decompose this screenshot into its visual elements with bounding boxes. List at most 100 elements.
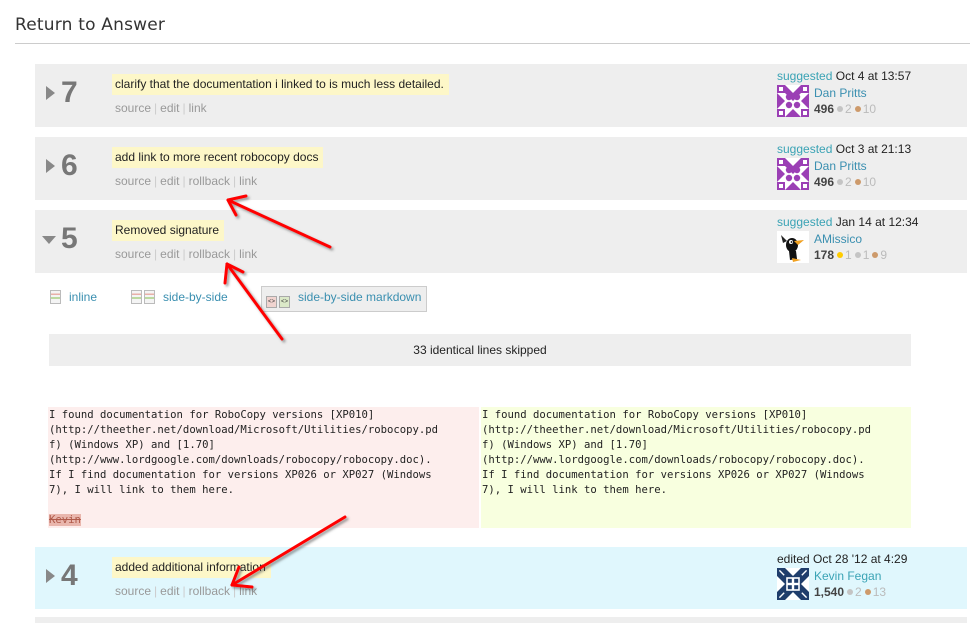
view-inline-option[interactable]: inline bbox=[50, 290, 97, 304]
revision-action: suggested bbox=[777, 69, 833, 83]
user-reputation: 1,540 2 13 bbox=[814, 585, 886, 599]
revision-action: suggested bbox=[777, 215, 833, 229]
gold-badge-icon bbox=[837, 252, 844, 258]
separator: | bbox=[233, 584, 237, 598]
view-label: inline bbox=[69, 290, 98, 304]
revision-meta: edited Oct 28 '12 at 4:29 bbox=[777, 552, 907, 566]
view-label: side-by-side markdown bbox=[298, 290, 422, 304]
revision-row: 6 add link to more recent robocopy docs … bbox=[35, 137, 967, 200]
revision-meta: suggested Oct 3 at 21:13 bbox=[777, 142, 911, 156]
side-by-side-right-icon bbox=[144, 290, 155, 304]
separator: | bbox=[154, 584, 158, 598]
bronze-count: 10 bbox=[862, 102, 877, 116]
user-reputation: 496 2 10 bbox=[814, 102, 876, 116]
source-link[interactable]: source bbox=[115, 174, 151, 188]
diff-left-text: I found documentation for RoboCopy versi… bbox=[49, 409, 439, 496]
silver-count: 2 bbox=[845, 102, 852, 116]
expand-arrow-icon[interactable] bbox=[46, 569, 55, 583]
edit-link[interactable]: edit bbox=[160, 247, 179, 261]
user-name-link[interactable]: AMissico bbox=[814, 232, 862, 246]
separator: | bbox=[233, 247, 237, 261]
edit-link[interactable]: edit bbox=[160, 584, 179, 598]
separator: | bbox=[182, 101, 186, 115]
permalink[interactable]: link bbox=[239, 174, 257, 188]
bronze-badge-icon bbox=[854, 106, 861, 112]
silver-badges: 2 bbox=[837, 175, 852, 189]
revision-links: source | edit | rollback | link bbox=[115, 247, 257, 261]
source-link[interactable]: source bbox=[115, 247, 151, 261]
avatar-identicon-icon[interactable] bbox=[777, 158, 809, 190]
silver-badges: 2 bbox=[837, 102, 852, 116]
revision-comment: clarify that the documentation i linked … bbox=[112, 74, 449, 95]
view-side-by-side-markdown-option[interactable]: <> <> side-by-side markdown bbox=[261, 286, 428, 312]
view-side-by-side-option[interactable]: side-by-side bbox=[131, 290, 228, 304]
bronze-badge-icon bbox=[864, 589, 871, 595]
silver-badge-icon bbox=[837, 106, 844, 112]
avatar-identicon-icon[interactable] bbox=[777, 568, 809, 600]
edit-link[interactable]: edit bbox=[160, 174, 179, 188]
bronze-badges: 10 bbox=[854, 102, 877, 116]
rollback-link[interactable]: rollback bbox=[189, 174, 230, 188]
bronze-badge-icon bbox=[854, 179, 861, 185]
silver-count: 2 bbox=[845, 175, 852, 189]
revision-number[interactable]: 4 bbox=[61, 559, 78, 593]
user-name-link[interactable]: Kevin Fegan bbox=[814, 569, 881, 583]
revision-number[interactable]: 6 bbox=[61, 149, 78, 183]
rollback-link[interactable]: rollback bbox=[189, 584, 230, 598]
markdown-left-icon: <> bbox=[266, 296, 277, 308]
collapse-arrow-icon[interactable] bbox=[42, 236, 56, 244]
side-by-side-left-icon bbox=[131, 290, 142, 304]
expand-arrow-icon[interactable] bbox=[46, 86, 55, 100]
silver-badge-icon bbox=[837, 179, 844, 185]
avatar-identicon-icon[interactable] bbox=[777, 85, 809, 117]
separator: | bbox=[233, 174, 237, 188]
avatar-daffy-duck-icon[interactable] bbox=[777, 231, 809, 263]
diff-right-text: I found documentation for RoboCopy versi… bbox=[482, 409, 872, 496]
separator: | bbox=[182, 174, 186, 188]
revision-meta: suggested Oct 4 at 13:57 bbox=[777, 69, 911, 83]
skipped-lines-notice[interactable]: 33 identical lines skipped bbox=[49, 334, 911, 366]
reputation-score: 496 bbox=[814, 102, 835, 116]
silver-badges: 1 bbox=[854, 248, 870, 262]
revision-number[interactable]: 7 bbox=[61, 76, 78, 110]
markdown-right-icon: <> bbox=[279, 296, 290, 308]
reputation-score: 496 bbox=[814, 175, 835, 189]
separator: | bbox=[154, 101, 158, 115]
user-reputation: 178 1 1 9 bbox=[814, 248, 887, 262]
permalink[interactable]: link bbox=[239, 247, 257, 261]
bronze-badges: 10 bbox=[854, 175, 877, 189]
permalink[interactable]: link bbox=[189, 101, 207, 115]
next-revision-row-edge bbox=[35, 617, 967, 623]
silver-count: 1 bbox=[862, 248, 870, 262]
separator: | bbox=[154, 247, 158, 261]
revision-timestamp: Oct 3 at 21:13 bbox=[835, 142, 912, 156]
user-name-link[interactable]: Dan Pritts bbox=[814, 159, 867, 173]
deleted-text: Kevin bbox=[49, 514, 81, 526]
revision-number[interactable]: 5 bbox=[61, 222, 78, 256]
title-divider bbox=[15, 43, 970, 44]
revision-comment: Removed signature bbox=[112, 220, 225, 241]
bronze-count: 10 bbox=[862, 175, 877, 189]
revision-links: source | edit | link bbox=[115, 101, 207, 115]
revision-action: edited bbox=[777, 552, 810, 566]
revision-action: suggested bbox=[777, 142, 833, 156]
expand-arrow-icon[interactable] bbox=[46, 159, 55, 173]
revision-links: source | edit | rollback | link bbox=[115, 584, 257, 598]
separator: | bbox=[182, 247, 186, 261]
edit-link[interactable]: edit bbox=[160, 101, 179, 115]
source-link[interactable]: source bbox=[115, 584, 151, 598]
revision-row: 7 clarify that the documentation i linke… bbox=[35, 64, 967, 127]
return-to-answer-link[interactable]: Return to Answer bbox=[15, 15, 165, 35]
revision-links: source | edit | rollback | link bbox=[115, 174, 257, 188]
bronze-count: 9 bbox=[880, 248, 888, 262]
silver-badge-icon bbox=[854, 252, 861, 258]
view-label: side-by-side bbox=[163, 290, 228, 304]
revision-row: 5 Removed signature source | edit | rollback… bbox=[35, 210, 967, 273]
permalink[interactable]: link bbox=[239, 584, 257, 598]
user-name-link[interactable]: Dan Pritts bbox=[814, 86, 867, 100]
rollback-link[interactable]: rollback bbox=[189, 247, 230, 261]
diff-right-pane: I found documentation for RoboCopy versi… bbox=[481, 407, 911, 528]
source-link[interactable]: source bbox=[115, 101, 151, 115]
inline-view-icon bbox=[50, 290, 61, 304]
bronze-badge-icon bbox=[872, 252, 879, 258]
